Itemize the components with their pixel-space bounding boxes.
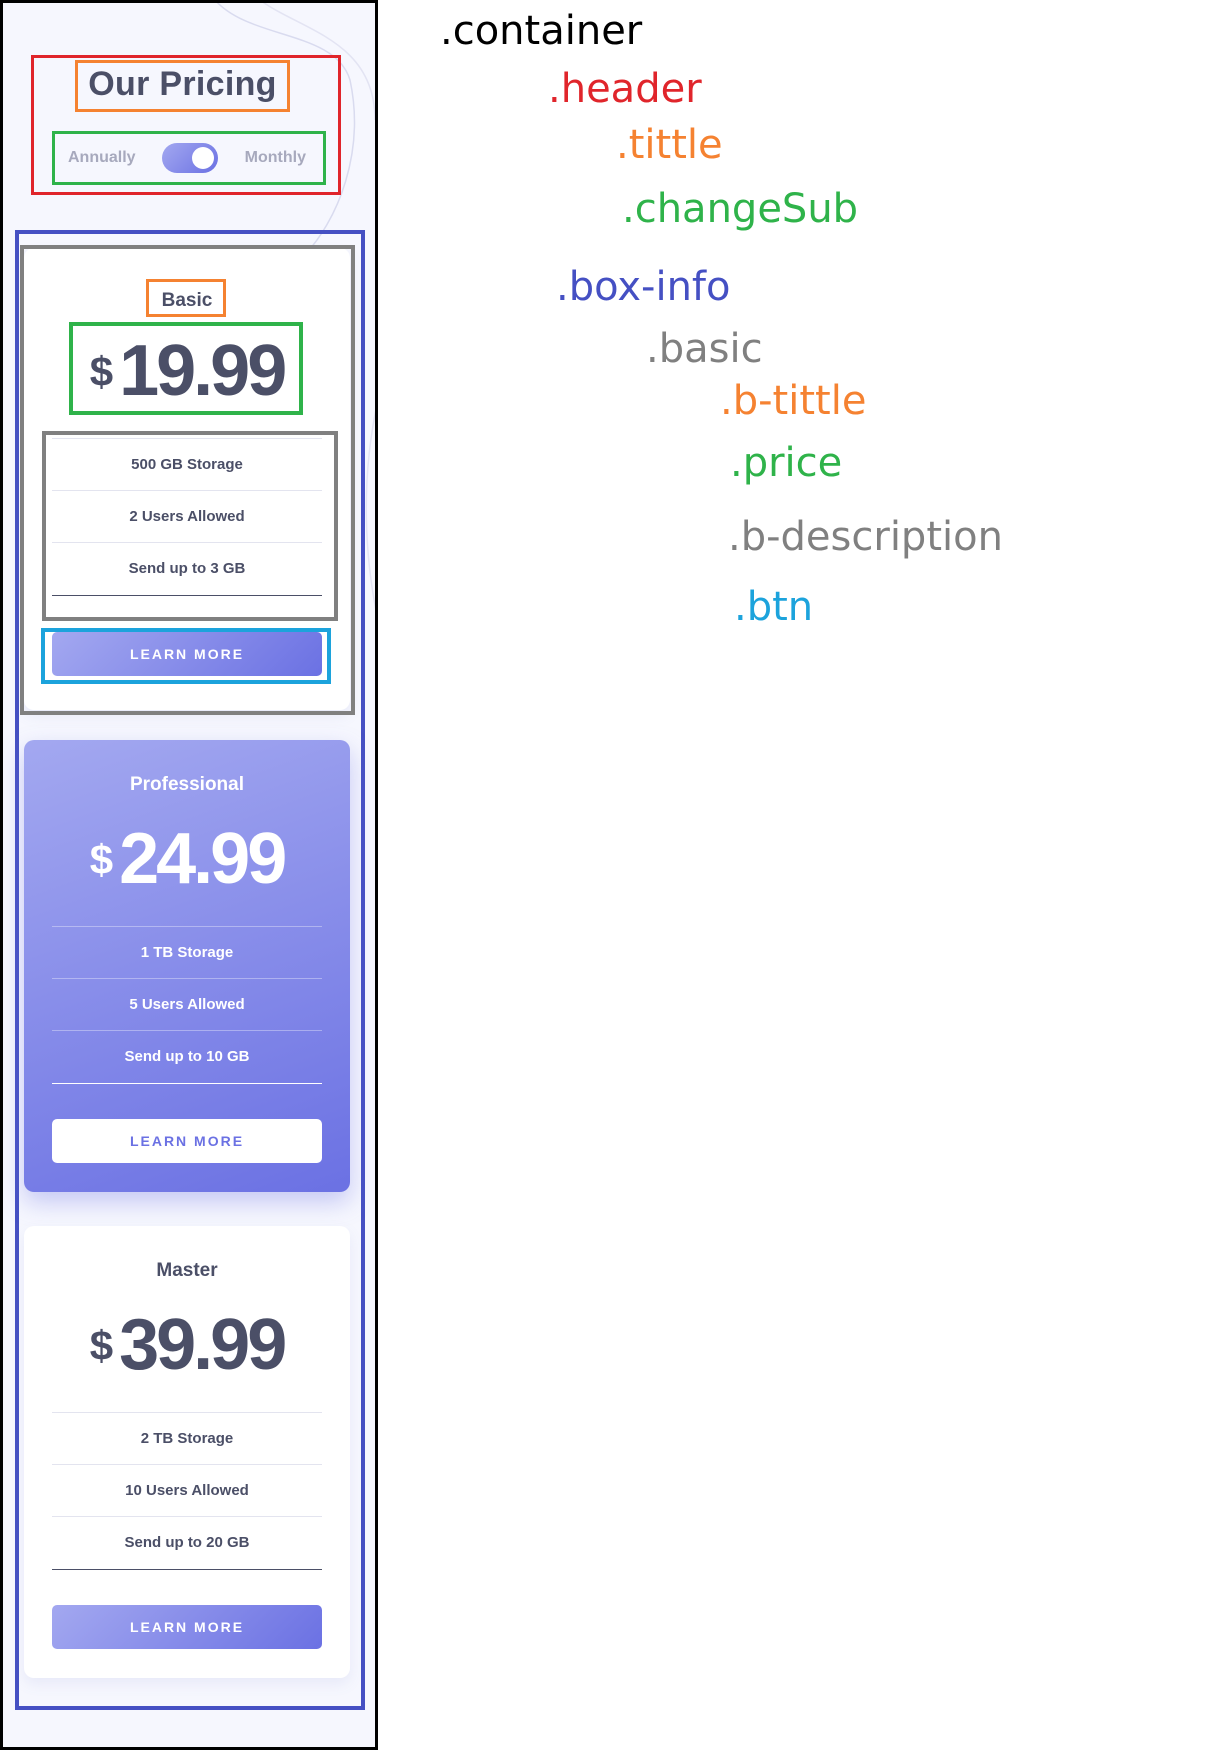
price-amount: 39.99 xyxy=(119,1305,287,1385)
monthly-label[interactable]: Monthly xyxy=(245,149,306,167)
billing-toggle-switch[interactable] xyxy=(162,143,219,173)
pricing-screen: Our Pricing Annually Monthly Basic $ 19.… xyxy=(0,0,378,1750)
label-header: .header xyxy=(548,66,702,112)
feature-item: 1 TB Storage xyxy=(52,926,322,978)
label-basic: .basic xyxy=(646,326,763,372)
page-title: Our Pricing xyxy=(88,64,277,103)
plan-features-list: 500 GB Storage 2 Users Allowed Send up t… xyxy=(52,438,322,596)
annotation-labels: .container .header .tittle .changeSub .b… xyxy=(378,0,1216,1750)
label-price: .price xyxy=(730,440,843,486)
plan-name: Master xyxy=(156,1260,218,1281)
learn-more-button[interactable]: LEARN MORE xyxy=(52,632,322,676)
currency-symbol: $ xyxy=(89,1322,114,1369)
plan-card-basic: Basic $ 19.99 500 GB Storage 2 Users All… xyxy=(24,248,350,710)
plan-name: Professional xyxy=(129,774,245,795)
label-tittle: .tittle xyxy=(616,122,723,168)
toggle-knob xyxy=(192,147,215,169)
currency-symbol: $ xyxy=(89,836,114,883)
plan-price: $ 19.99 xyxy=(24,332,350,410)
label-container: .container xyxy=(440,8,643,54)
feature-item: Send up to 10 GB xyxy=(52,1030,322,1084)
annually-label[interactable]: Annually xyxy=(68,149,136,167)
feature-item: 500 GB Storage xyxy=(52,438,322,490)
plan-price: $ 39.99 xyxy=(24,1306,350,1384)
subscription-toggle-group: Annually Monthly xyxy=(52,133,322,183)
label-box-info: .box-info xyxy=(556,264,731,310)
label-changesub: .changeSub xyxy=(622,186,859,232)
plan-features-list: 1 TB Storage 5 Users Allowed Send up to … xyxy=(52,926,322,1084)
label-b-description: .b-description xyxy=(728,514,1003,560)
plan-card-professional: Professional $ 24.99 1 TB Storage 5 User… xyxy=(24,740,350,1192)
learn-more-button[interactable]: LEARN MORE xyxy=(52,1605,322,1649)
label-b-tittle: .b-tittle xyxy=(720,378,867,424)
feature-item: 2 TB Storage xyxy=(52,1412,322,1464)
currency-symbol: $ xyxy=(89,348,114,395)
plan-name: Basic xyxy=(161,290,213,311)
learn-more-button[interactable]: LEARN MORE xyxy=(52,1119,322,1163)
feature-item: 10 Users Allowed xyxy=(52,1464,322,1516)
plan-features-list: 2 TB Storage 10 Users Allowed Send up to… xyxy=(52,1412,322,1570)
plan-card-master: Master $ 39.99 2 TB Storage 10 Users All… xyxy=(24,1226,350,1678)
price-amount: 24.99 xyxy=(119,819,287,899)
price-amount: 19.99 xyxy=(119,331,287,411)
feature-item: Send up to 20 GB xyxy=(52,1516,322,1570)
feature-item: 5 Users Allowed xyxy=(52,978,322,1030)
feature-item: 2 Users Allowed xyxy=(52,490,322,542)
plan-price: $ 24.99 xyxy=(24,820,350,898)
label-btn: .btn xyxy=(734,584,814,630)
feature-item: Send up to 3 GB xyxy=(52,542,322,596)
